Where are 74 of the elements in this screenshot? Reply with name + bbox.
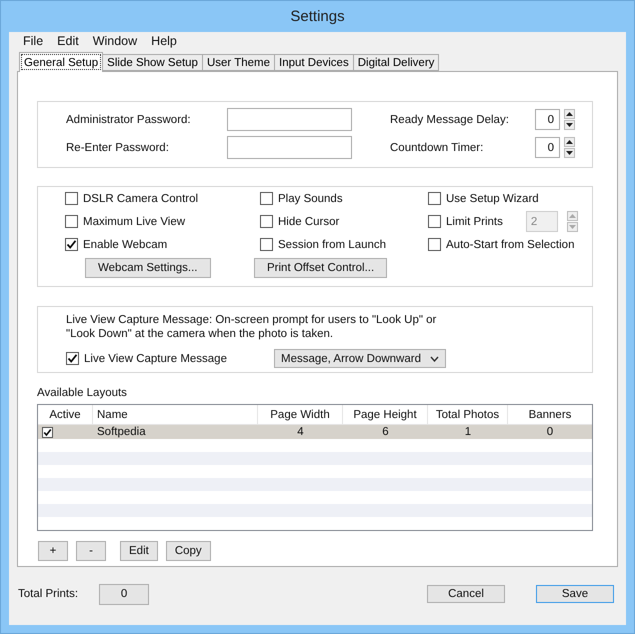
table-row[interactable]: Softpedia 4 6 1 0 bbox=[38, 425, 592, 439]
spin-up-button[interactable] bbox=[564, 109, 575, 119]
down-arrow-icon bbox=[566, 123, 573, 127]
section-title: Available Layouts bbox=[37, 387, 128, 399]
checkbox-label: Live View Capture Message bbox=[84, 352, 228, 364]
column-header[interactable]: Page Height bbox=[343, 405, 428, 424]
checkbox-label: Maximum Live View bbox=[83, 216, 186, 228]
field-label: Re-Enter Password: bbox=[66, 142, 170, 154]
menu-item[interactable]: Window bbox=[92, 34, 138, 48]
field-label: Administrator Password: bbox=[66, 114, 192, 126]
checkbox-label: Limit Prints bbox=[446, 216, 503, 228]
dialog-button[interactable]: Cancel bbox=[427, 585, 505, 603]
checkbox[interactable] bbox=[428, 192, 441, 205]
password-field[interactable] bbox=[227, 108, 352, 131]
table-button[interactable]: + bbox=[38, 541, 68, 561]
column-header[interactable]: Page Width bbox=[258, 405, 343, 424]
checkbox-label: Enable Webcam bbox=[83, 238, 168, 250]
table-cell-text: 0 bbox=[546, 426, 554, 438]
checkbox-label: Session from Launch bbox=[278, 238, 386, 250]
tab[interactable]: Digital Delivery bbox=[354, 54, 440, 71]
field-label: Ready Message Delay: bbox=[390, 114, 510, 126]
checkbox-label: Play Sounds bbox=[278, 192, 343, 204]
spin-down-button[interactable] bbox=[564, 120, 575, 130]
menu-item[interactable]: Edit bbox=[57, 34, 79, 48]
settings-button[interactable]: Print Offset Control... bbox=[254, 258, 388, 278]
number-field[interactable]: 0 bbox=[535, 137, 560, 158]
up-arrow-icon bbox=[566, 112, 573, 116]
checkbox[interactable] bbox=[42, 426, 53, 438]
dropdown[interactable]: Message, Arrow Downward bbox=[274, 349, 446, 368]
dialog-button[interactable]: Save bbox=[536, 585, 614, 603]
table-button[interactable]: Edit bbox=[120, 541, 158, 561]
tab[interactable]: User Theme bbox=[202, 54, 276, 71]
table-cell-text: 4 bbox=[296, 426, 305, 438]
checkbox[interactable] bbox=[65, 192, 78, 205]
up-arrow-icon bbox=[566, 140, 573, 144]
tab[interactable]: Input Devices bbox=[275, 54, 354, 71]
table-cell-text: Softpedia bbox=[96, 426, 147, 438]
checkbox-label: Hide Cursor bbox=[278, 216, 340, 228]
field-label: Countdown Timer: bbox=[390, 142, 484, 154]
number-field[interactable]: 0 bbox=[535, 109, 560, 130]
spin-down-button[interactable] bbox=[564, 148, 575, 158]
table-button[interactable]: Copy bbox=[166, 541, 211, 561]
column-header[interactable]: Total Photos bbox=[428, 405, 508, 424]
tab[interactable]: Slide Show Setup bbox=[103, 54, 203, 71]
checkbox[interactable] bbox=[260, 238, 273, 251]
window-title: Settings bbox=[290, 8, 345, 25]
checkbox[interactable] bbox=[65, 215, 78, 228]
field-label: Total Prints: bbox=[18, 588, 78, 600]
checkbox[interactable] bbox=[260, 192, 273, 205]
menu-item[interactable]: Help bbox=[151, 34, 177, 48]
spin-up-button[interactable] bbox=[564, 137, 575, 147]
table-cell-text: 6 bbox=[381, 426, 390, 438]
checkbox[interactable] bbox=[65, 238, 78, 251]
column-header[interactable]: Name bbox=[93, 405, 258, 424]
settings-button[interactable]: Webcam Settings... bbox=[85, 258, 210, 278]
table-button[interactable]: - bbox=[76, 541, 106, 561]
password-field[interactable] bbox=[227, 136, 352, 159]
checkbox-label: Use Setup Wizard bbox=[446, 192, 539, 204]
checkbox[interactable] bbox=[428, 238, 441, 251]
down-arrow-icon bbox=[568, 225, 576, 229]
tab[interactable]: General Setup bbox=[19, 52, 104, 72]
column-header[interactable]: Active bbox=[38, 405, 93, 424]
checkbox-label: DSLR Camera Control bbox=[83, 192, 198, 204]
up-arrow-icon bbox=[568, 214, 576, 218]
checkbox[interactable] bbox=[260, 215, 273, 228]
column-header[interactable]: Banners bbox=[508, 405, 592, 424]
description-text: Live View Capture Message: On-screen prompt for users to "Look Up" or "Look Down" at the camera when the photo is taken. bbox=[66, 313, 438, 341]
count-field: 0 bbox=[99, 584, 150, 604]
down-arrow-icon bbox=[566, 151, 573, 155]
menu-item[interactable]: File bbox=[23, 34, 44, 48]
checkbox-label: Auto-Start from Selection bbox=[446, 238, 574, 250]
checkbox[interactable] bbox=[66, 352, 79, 365]
table-cell-text: 1 bbox=[464, 426, 472, 438]
chevron-down-icon bbox=[430, 356, 439, 362]
